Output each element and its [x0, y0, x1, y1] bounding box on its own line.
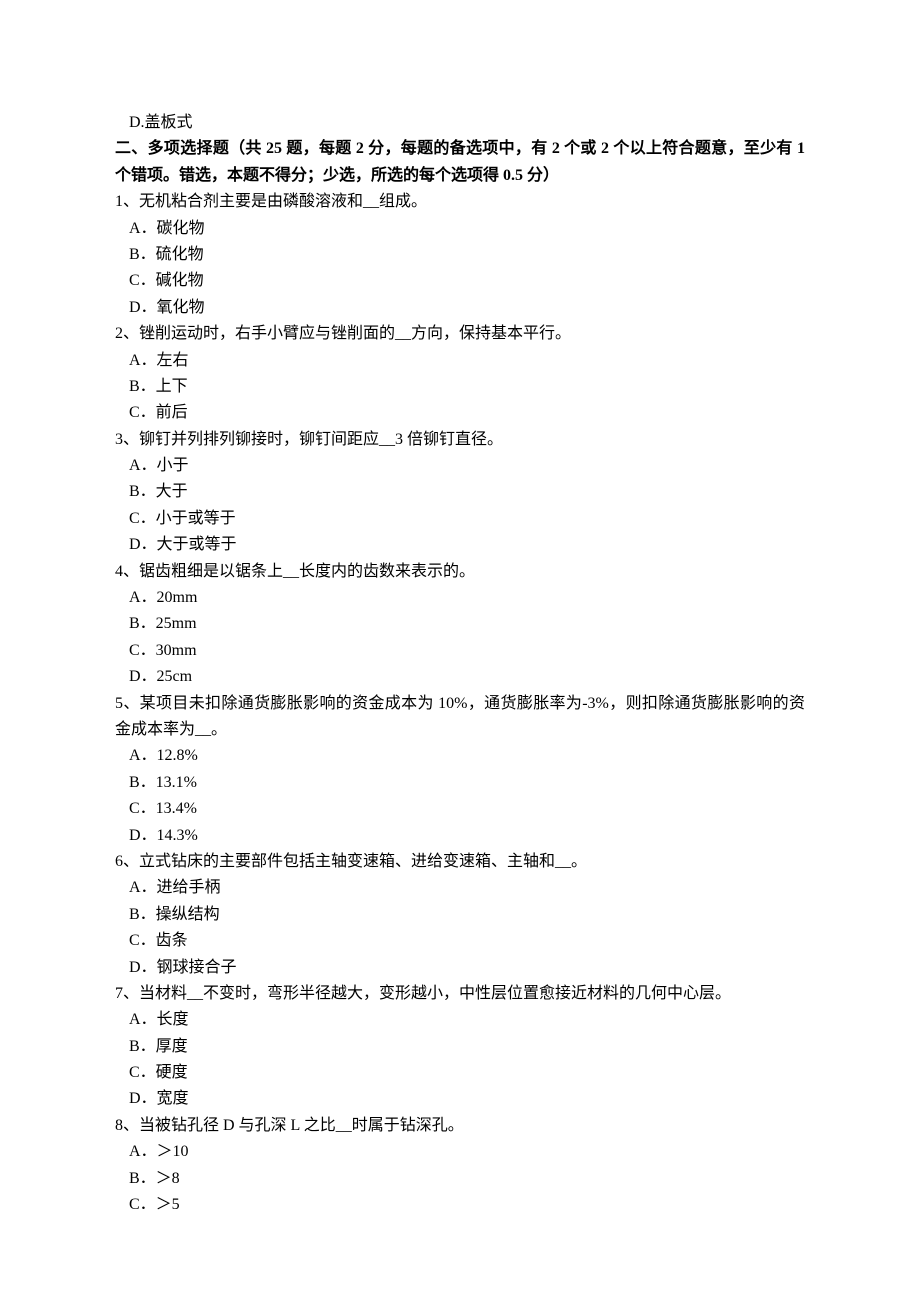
question-8-option-a: A．＞10 [115, 1139, 805, 1165]
question-1-option-b: B．硫化物 [115, 242, 805, 268]
question-4-option-a: A．20mm [115, 585, 805, 611]
question-6: 6、立式钻床的主要部件包括主轴变速箱、进给变速箱、主轴和__。 [115, 849, 805, 875]
question-5-option-d: D．14.3% [115, 823, 805, 849]
question-4-option-b: B．25mm [115, 611, 805, 637]
previous-option-d: D.盖板式 [115, 110, 805, 136]
question-6-option-b: B．操纵结构 [115, 902, 805, 928]
question-8: 8、当被钻孔径 D 与孔深 L 之比__时属于钻深孔。 [115, 1113, 805, 1139]
question-7-option-a: A．长度 [115, 1007, 805, 1033]
question-6-option-a: A．进给手柄 [115, 875, 805, 901]
question-7-option-c: C．硬度 [115, 1060, 805, 1086]
question-7: 7、当材料__不变时，弯形半径越大，变形越小，中性层位置愈接近材料的几何中心层。 [115, 981, 805, 1007]
question-4-option-d: D．25cm [115, 664, 805, 690]
question-1-option-c: C．碱化物 [115, 268, 805, 294]
question-1: 1、无机粘合剂主要是由磷酸溶液和__组成。 [115, 189, 805, 215]
question-8-option-b: B．＞8 [115, 1166, 805, 1192]
question-5-option-a: A．12.8% [115, 743, 805, 769]
question-1-option-a: A．碳化物 [115, 216, 805, 242]
section-header: 二、多项选择题（共 25 题，每题 2 分，每题的备选项中，有 2 个或 2 个… [115, 136, 805, 189]
question-4-option-c: C．30mm [115, 638, 805, 664]
question-3-option-b: B．大于 [115, 479, 805, 505]
questions-container: 1、无机粘合剂主要是由磷酸溶液和__组成。A．碳化物B．硫化物C．碱化物D．氧化… [115, 189, 805, 1218]
question-2-option-a: A．左右 [115, 348, 805, 374]
question-3: 3、铆钉并列排列铆接时，铆钉间距应__3 倍铆钉直径。 [115, 427, 805, 453]
question-2-option-b: B．上下 [115, 374, 805, 400]
question-5-option-c: C．13.4% [115, 796, 805, 822]
question-2-option-c: C．前后 [115, 400, 805, 426]
question-3-option-a: A．小于 [115, 453, 805, 479]
question-3-option-c: C．小于或等于 [115, 506, 805, 532]
question-3-option-d: D．大于或等于 [115, 532, 805, 558]
question-2: 2、锉削运动时，右手小臂应与锉削面的__方向，保持基本平行。 [115, 321, 805, 347]
question-5-option-b: B．13.1% [115, 770, 805, 796]
question-7-option-b: B．厚度 [115, 1034, 805, 1060]
question-1-option-d: D．氧化物 [115, 295, 805, 321]
question-6-option-c: C．齿条 [115, 928, 805, 954]
question-5: 5、某项目未扣除通货膨胀影响的资金成本为 10%，通货膨胀率为-3%，则扣除通货… [115, 691, 805, 744]
question-8-option-c: C．＞5 [115, 1192, 805, 1218]
question-4: 4、锯齿粗细是以锯条上__长度内的齿数来表示的。 [115, 559, 805, 585]
question-6-option-d: D．钢球接合子 [115, 955, 805, 981]
question-7-option-d: D．宽度 [115, 1086, 805, 1112]
